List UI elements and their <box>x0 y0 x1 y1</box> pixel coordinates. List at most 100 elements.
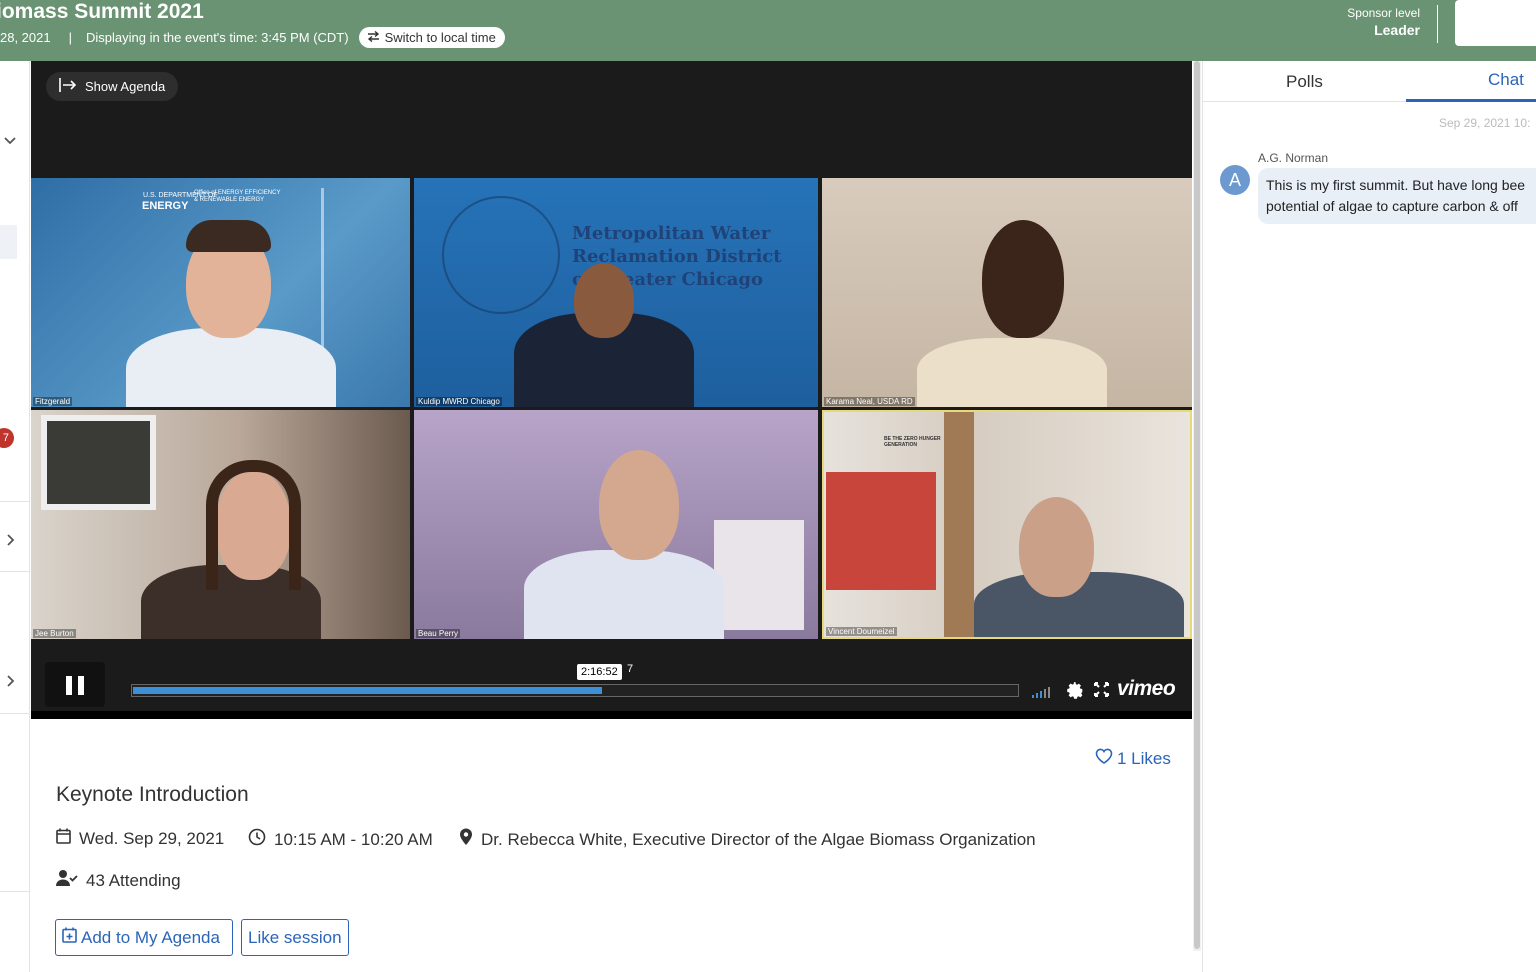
timezone-text: Displaying in the event's time: 3:45 PM … <box>86 30 349 45</box>
likes-label: 1 Likes <box>1117 748 1171 768</box>
participant-name: Beau Perry <box>416 629 461 638</box>
rail-divider <box>0 713 30 714</box>
participant-head <box>599 450 679 560</box>
participant-tile[interactable]: Karama Neal, USDA RD <box>822 178 1192 407</box>
add-to-agenda-button[interactable]: Add to My Agenda <box>55 919 233 956</box>
wall-picture-decor <box>41 415 156 510</box>
header-user-box[interactable] <box>1455 0 1536 46</box>
divider: | <box>68 30 72 45</box>
video-player[interactable]: Show Agenda U.S. DEPARTMENT OF ENERGY Of… <box>31 61 1192 719</box>
energy-logo-text: ENERGY <box>142 200 189 212</box>
participant-tile[interactable]: U.S. DEPARTMENT OF ENERGY Office of ENER… <box>31 178 410 407</box>
mwrd-seal-decor <box>442 196 560 314</box>
chat-author: A.G. Norman <box>1258 151 1329 165</box>
participant-tile[interactable]: Jee Burton <box>31 410 410 639</box>
participant-hair <box>206 460 301 590</box>
like-session-button[interactable]: Like session <box>241 919 349 956</box>
session-date-text: Wed. Sep 29, 2021 <box>79 828 225 848</box>
poster-decor <box>826 472 936 590</box>
participant-name: Jee Burton <box>33 629 76 638</box>
session-time-text: 10:15 AM - 10:20 AM <box>274 829 433 849</box>
attending-text: 43 Attending <box>86 870 181 890</box>
side-panel: Polls Chat Sep 29, 2021 10: A.G. Norman … <box>1202 61 1536 972</box>
volume-icon[interactable] <box>1032 686 1050 698</box>
scrollbar-thumb[interactable] <box>1194 61 1200 949</box>
participant-body <box>524 550 724 639</box>
notification-badge: 7 <box>0 428 14 448</box>
show-agenda-button[interactable]: Show Agenda <box>46 72 179 101</box>
attending-count: 43 Attending <box>56 869 181 892</box>
participant-tile-active-speaker[interactable]: BE THE ZERO HUNGER GENERATION Vincent Do… <box>822 410 1192 639</box>
player-controls: 2:16:52 7 vimeo <box>31 639 1192 719</box>
pause-icon <box>66 676 72 695</box>
participant-tile[interactable]: Metropolitan Water Reclamation District … <box>414 178 818 407</box>
clock-icon <box>248 828 266 851</box>
chevron-down-icon[interactable] <box>2 133 20 151</box>
like-session-label: Like session <box>248 927 342 947</box>
pause-icon <box>78 676 84 695</box>
event-subline: 28, 2021 | Displaying in the event's tim… <box>0 27 505 48</box>
active-tab-indicator <box>1406 99 1536 102</box>
energy-office-text: Office of ENERGY EFFICIENCY & RENEWABLE … <box>194 190 281 203</box>
video-bottom-bar <box>31 711 1192 719</box>
chevron-right-icon[interactable] <box>2 532 20 550</box>
chevron-right-icon[interactable] <box>2 673 20 691</box>
vimeo-logo[interactable]: vimeo <box>1117 677 1176 701</box>
participant-body <box>917 338 1107 407</box>
progress-bar[interactable] <box>131 684 1019 697</box>
tab-polls[interactable]: Polls <box>1286 72 1323 92</box>
bookshelf-decor <box>714 520 804 630</box>
calendar-icon <box>56 828 71 849</box>
timecode-tooltip: 2:16:52 <box>577 664 622 680</box>
participant-name: Vincent Doumeizel <box>826 627 897 636</box>
participant-head <box>982 220 1064 338</box>
sponsor-level-label: Sponsor level <box>1347 6 1420 20</box>
participant-tile[interactable]: Beau Perry <box>414 410 818 639</box>
rail-divider <box>0 571 30 572</box>
rail-divider <box>0 891 30 892</box>
header-divider <box>1437 5 1438 43</box>
rail-divider <box>0 501 30 502</box>
participant-head <box>1019 497 1094 597</box>
fullscreen-icon[interactable] <box>1094 682 1109 702</box>
chat-date-stamp: Sep 29, 2021 10: <box>1439 116 1531 130</box>
calendar-plus-icon <box>62 927 77 948</box>
map-pin-icon <box>459 828 473 851</box>
mwrd-line-1: Metropolitan Water <box>572 223 771 244</box>
main-scrollbar[interactable] <box>1193 61 1201 951</box>
gear-icon[interactable] <box>1067 682 1084 704</box>
chat-message-line: This is my first summit. But have long b… <box>1266 177 1526 193</box>
heart-icon <box>1095 748 1113 769</box>
show-agenda-label: Show Agenda <box>85 79 166 94</box>
session-date: Wed. Sep 29, 2021 <box>56 828 224 849</box>
switch-local-time-label: Switch to local time <box>384 30 496 45</box>
chat-message-line: potential of algae to capture carbon & o… <box>1266 198 1518 214</box>
poster-text: BE THE ZERO HUNGER GENERATION <box>884 436 941 448</box>
sponsor-level: Sponsor level Leader <box>1347 6 1420 38</box>
sponsor-level-value: Leader <box>1374 22 1420 38</box>
session-location: Dr. Rebecca White, Executive Director of… <box>459 828 1036 851</box>
user-check-icon <box>56 869 78 892</box>
swap-arrows-icon <box>367 30 380 45</box>
tab-chat[interactable]: Chat <box>1488 70 1524 90</box>
session-title: Keynote Introduction <box>56 783 249 806</box>
event-date: 28, 2021 <box>0 30 51 45</box>
session-location-text: Dr. Rebecca White, Executive Director of… <box>481 829 1036 849</box>
participant-name: Fitzgerald <box>33 397 73 406</box>
expand-arrow-icon <box>59 78 77 95</box>
add-to-agenda-label: Add to My Agenda <box>81 927 220 947</box>
rail-selected-item[interactable] <box>0 225 17 259</box>
participant-name: Karama Neal, USDA RD <box>824 397 915 406</box>
switch-local-time-button[interactable]: Switch to local time <box>358 27 505 48</box>
door-frame-decor <box>944 412 974 637</box>
participant-hair <box>186 220 271 252</box>
session-time: 10:15 AM - 10:20 AM <box>248 828 433 851</box>
timecode-tail: 7 <box>627 663 634 675</box>
pause-button[interactable] <box>45 662 105 707</box>
participant-body <box>126 328 336 407</box>
avatar[interactable]: A <box>1220 165 1250 195</box>
progress-fill <box>133 687 602 694</box>
likes-button[interactable]: 1 Likes <box>1095 748 1171 769</box>
event-header: iomass Summit 2021 28, 2021 | Displaying… <box>0 0 1536 61</box>
participant-grid: U.S. DEPARTMENT OF ENERGY Office of ENER… <box>31 178 1192 639</box>
